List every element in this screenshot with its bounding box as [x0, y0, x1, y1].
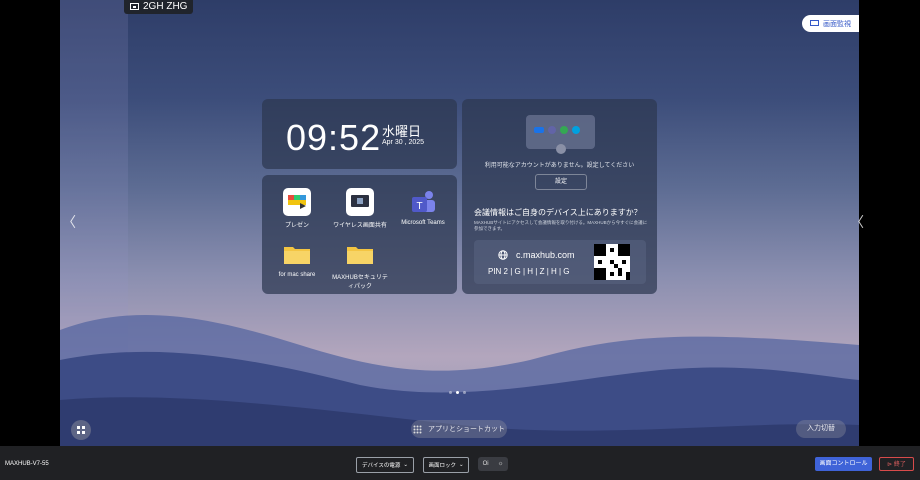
- room-code: 2GH ZHG: [143, 1, 188, 12]
- app-label: ワイヤレス画面共有: [333, 223, 387, 229]
- display-screen: 2GH ZHG 画面監視 09:52 水曜日 Apr 30 , 2025 プレゼ…: [60, 0, 859, 446]
- room-code-badge: 2GH ZHG: [124, 0, 194, 14]
- end-button[interactable]: ⊳ 終了: [879, 457, 914, 471]
- app-mac-share-folder[interactable]: for mac share: [267, 240, 327, 278]
- page-indicator[interactable]: [449, 391, 466, 394]
- screen-mirror-label: 画面監視: [823, 20, 851, 28]
- app-label: プレゼン: [284, 223, 309, 229]
- clock-weekday: 水曜日: [382, 124, 422, 139]
- device-power-label: デバイスの電源: [362, 463, 401, 469]
- end-label: 終了: [893, 462, 906, 468]
- grid-icon: [76, 425, 85, 434]
- setup-button[interactable]: 設定: [535, 174, 587, 190]
- app-label: for mac share: [278, 272, 316, 278]
- meet-icon: [560, 126, 568, 134]
- presentation-icon: [283, 188, 311, 216]
- dots-grid-icon: [413, 425, 422, 433]
- account-icons: [526, 115, 595, 154]
- add-account-icon[interactable]: [556, 144, 566, 154]
- app-label: MAXHUBセキュリティパック: [332, 275, 388, 290]
- toggle-label: Oi: [482, 461, 489, 467]
- meeting-question: 会議情報はご自身のデバイス上にありますか？: [474, 208, 642, 217]
- join-url-box: c.maxhub.com PIN 2 | G | H | Z | H | G: [474, 240, 646, 284]
- teams-small-icon: [548, 126, 556, 134]
- clock-card: 09:52 水曜日 Apr 30 , 2025: [262, 99, 457, 169]
- device-name: MAXHUB-V7-55: [5, 461, 49, 467]
- apps-shortcuts-button[interactable]: アプリとショートカット: [411, 420, 507, 438]
- meeting-description: MAXHUBサイトにアクセスして会議情報を取り付ける。MAXHUBから今すぐに会…: [474, 220, 648, 231]
- cast-icon: [130, 3, 139, 10]
- folder-icon: [346, 240, 374, 268]
- chevron-down-icon: ⌄: [458, 462, 464, 468]
- screen-lock-dropdown[interactable]: 画面ロック ⌄: [423, 457, 469, 473]
- app-teams[interactable]: T Microsoft Teams: [393, 188, 453, 226]
- app-presentation[interactable]: プレゼン: [267, 188, 327, 229]
- dunes-wallpaper: [60, 314, 859, 446]
- screen-mirror-button[interactable]: 画面監視: [802, 15, 859, 32]
- svg-text:T: T: [416, 201, 422, 212]
- webex-icon: [572, 126, 580, 134]
- folder-icon: [283, 240, 311, 268]
- app-security-pack-folder[interactable]: MAXHUBセキュリティパック: [330, 240, 390, 290]
- clock-date: Apr 30 , 2025: [382, 139, 425, 146]
- exit-icon: ⊳: [887, 462, 894, 468]
- app-label: Microsoft Teams: [401, 220, 445, 226]
- join-url: c.maxhub.com: [516, 250, 575, 260]
- globe-icon: [498, 250, 508, 260]
- device-power-dropdown[interactable]: デバイスの電源 ⌄: [356, 457, 414, 473]
- no-account-message: 利用可能なアカウントがありません。設定してください: [484, 163, 635, 169]
- qr-code-icon: [594, 244, 630, 280]
- left-edge-handle[interactable]: 〈: [62, 212, 76, 232]
- clock-time: 09:52: [286, 117, 382, 158]
- meeting-card: 利用可能なアカウントがありません。設定してください 設定 会議情報はご自身のデバ…: [462, 99, 657, 294]
- apps-shortcuts-label: アプリとショートカット: [428, 426, 505, 433]
- control-taskbar: MAXHUB-V7-55 デバイスの電源 ⌄ 画面ロック ⌄ Oi ☼ 画面コン…: [0, 446, 920, 480]
- screen-lock-label: 画面ロック: [428, 463, 456, 469]
- apps-card: プレゼン ワイヤレス画面共有 T Microsoft Teams for mac…: [262, 175, 457, 294]
- all-apps-button[interactable]: [71, 420, 91, 440]
- teams-icon: T: [409, 188, 437, 216]
- sun-icon: ☼: [497, 461, 504, 467]
- app-wireless-share[interactable]: ワイヤレス画面共有: [330, 188, 390, 229]
- input-switch-button[interactable]: 入力切替: [796, 420, 846, 438]
- privacy-toggle[interactable]: Oi ☼: [478, 457, 508, 471]
- screen-control-button[interactable]: 画面コントロール: [815, 457, 872, 471]
- wireless-share-icon: [346, 188, 374, 216]
- meeting-pin: PIN 2 | G | H | Z | H | G: [488, 267, 570, 276]
- monitor-icon: [810, 20, 819, 26]
- right-edge-handle[interactable]: 〈: [850, 212, 864, 232]
- zoom-icon: [534, 127, 544, 133]
- chevron-down-icon: ⌄: [403, 462, 408, 468]
